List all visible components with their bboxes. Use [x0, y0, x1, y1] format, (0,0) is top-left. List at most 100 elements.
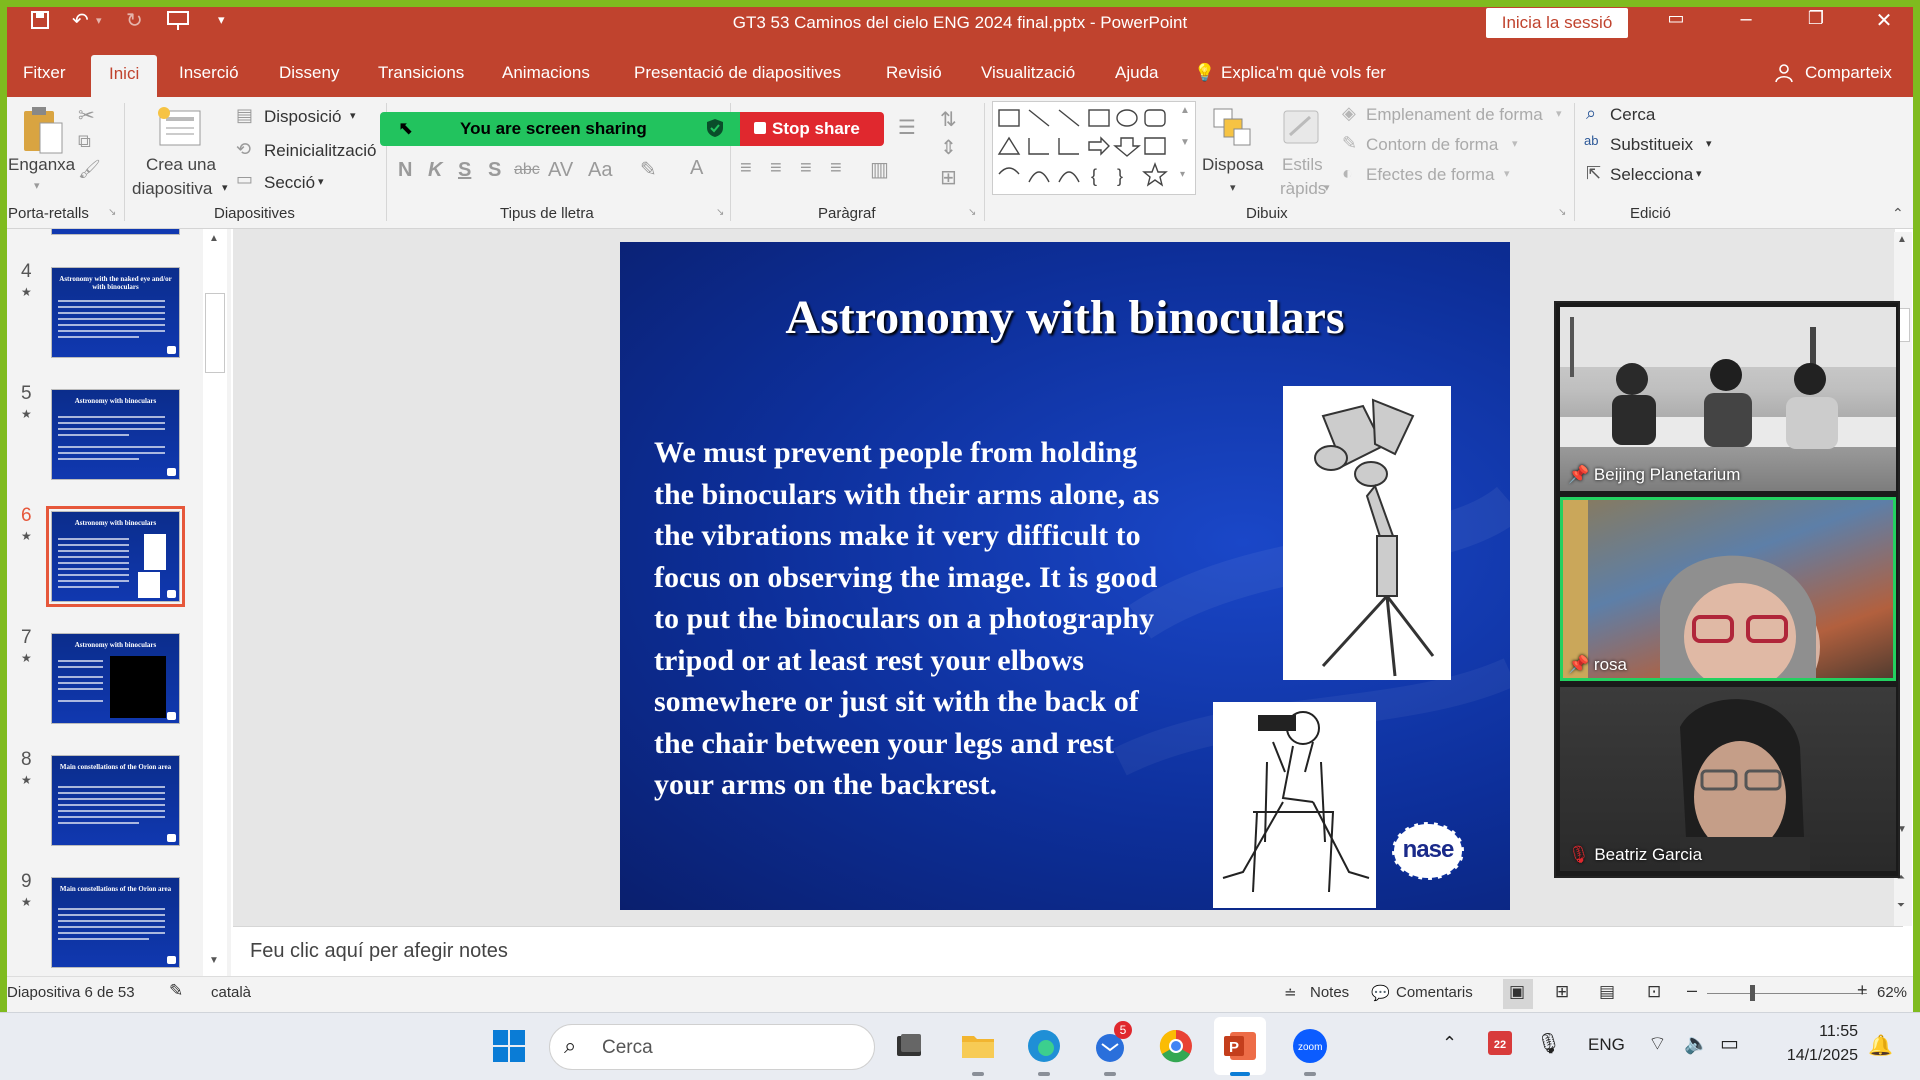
- text-direction-icon[interactable]: ⇅: [940, 107, 957, 132]
- video-tile-active-speaker[interactable]: 📌 rosa: [1560, 497, 1896, 681]
- ribbon-display-icon[interactable]: ▭: [1656, 8, 1696, 29]
- edge-icon[interactable]: [1024, 1026, 1064, 1066]
- restore-icon[interactable]: ❐: [1796, 8, 1836, 29]
- font-color-icon[interactable]: A: [690, 157, 703, 180]
- paste-button[interactable]: Enganxa: [8, 155, 75, 175]
- clock-time[interactable]: 11:55: [1770, 1023, 1858, 1041]
- line-spacing-icon[interactable]: ☰: [898, 115, 916, 140]
- powerpoint-icon[interactable]: P: [1220, 1026, 1260, 1066]
- tab-design[interactable]: Disseny: [279, 63, 339, 83]
- slide-thumbnail-selected[interactable]: Astronomy with binoculars: [46, 506, 185, 607]
- clock-date[interactable]: 14/1/2025: [1770, 1047, 1858, 1065]
- new-slide-dropdown-icon[interactable]: ▾: [222, 181, 228, 194]
- change-case-button[interactable]: Aa: [588, 159, 612, 182]
- replace-button[interactable]: Substitueix: [1610, 135, 1693, 155]
- zoom-out-icon[interactable]: –: [1687, 980, 1697, 1001]
- drawing-launcher-icon[interactable]: ↘: [1558, 207, 1566, 218]
- notes-pane[interactable]: Feu clic aquí per afegir notes: [233, 926, 1903, 976]
- scroll-up-icon[interactable]: ▲: [209, 233, 219, 244]
- align-text-icon[interactable]: ⇕: [940, 135, 957, 160]
- arrange-button[interactable]: Disposa: [1202, 155, 1263, 175]
- scroll-up-icon[interactable]: ▲: [1897, 234, 1907, 245]
- notes-toggle[interactable]: Notes: [1310, 984, 1349, 1001]
- align-left-icon[interactable]: ≡: [740, 157, 752, 180]
- section-dropdown-icon[interactable]: ▾: [318, 175, 324, 188]
- collapse-ribbon-icon[interactable]: ⌃: [1892, 205, 1904, 222]
- slide-sorter-icon[interactable]: ⊞: [1555, 982, 1569, 1002]
- highlight-icon[interactable]: ✎: [640, 157, 657, 182]
- taskview-icon[interactable]: [889, 1026, 929, 1066]
- comments-toggle[interactable]: Comentaris: [1396, 984, 1473, 1001]
- zoom-in-icon[interactable]: +: [1857, 980, 1868, 1001]
- paragraph-launcher-icon[interactable]: ↘: [968, 207, 976, 218]
- stop-share-button[interactable]: Stop share: [740, 112, 884, 146]
- align-center-icon[interactable]: ≡: [770, 157, 782, 180]
- char-spacing-button[interactable]: AV: [548, 159, 573, 182]
- file-explorer-icon[interactable]: [958, 1026, 998, 1066]
- slide-thumbnail[interactable]: Astronomy with binoculars: [51, 633, 180, 724]
- scroll-thumb[interactable]: [205, 293, 225, 373]
- tab-slideshow[interactable]: Presentació de diapositives: [634, 63, 841, 83]
- layout-dropdown-icon[interactable]: ▾: [350, 109, 356, 122]
- signin-button[interactable]: Inicia la sessió: [1486, 8, 1628, 38]
- person-on-chair-image[interactable]: [1213, 702, 1376, 908]
- gallery-down-icon[interactable]: ▼: [1180, 137, 1190, 148]
- arrange-icon[interactable]: [1210, 105, 1254, 152]
- slide-thumbnail[interactable]: Astronomy with the naked eye and/or with…: [51, 267, 180, 358]
- slide-body-text[interactable]: We must prevent people from holding the …: [654, 432, 1174, 806]
- paste-dropdown-icon[interactable]: ▾: [34, 179, 40, 192]
- tab-help[interactable]: Ajuda: [1115, 63, 1158, 83]
- binoculars-on-tripod-image[interactable]: [1283, 386, 1451, 680]
- microphone-icon[interactable]: 🎙: [1536, 1031, 1561, 1056]
- strikethrough-button[interactable]: abc: [514, 161, 540, 179]
- slide-thumbnail[interactable]: Main constellations of the Orion area: [51, 755, 180, 846]
- shapes-gallery[interactable]: {}: [992, 101, 1196, 195]
- notification-bell-icon[interactable]: 🔔: [1868, 1033, 1893, 1058]
- clipboard-launcher-icon[interactable]: ↘: [108, 207, 116, 218]
- tab-review[interactable]: Revisió: [886, 63, 942, 83]
- justify-icon[interactable]: ≡: [830, 157, 842, 180]
- select-button[interactable]: Selecciona: [1610, 165, 1693, 185]
- columns-icon[interactable]: ▥: [870, 157, 889, 182]
- notes-placeholder[interactable]: Feu clic aquí per afegir notes: [250, 940, 508, 963]
- section-button[interactable]: Secció: [264, 173, 315, 193]
- show-hidden-icons[interactable]: ⌃: [1442, 1033, 1457, 1054]
- find-button[interactable]: Cerca: [1610, 105, 1655, 125]
- smartart-icon[interactable]: ⊞: [940, 165, 957, 190]
- close-icon[interactable]: ✕: [1864, 8, 1904, 33]
- replace-dropdown-icon[interactable]: ▾: [1706, 137, 1712, 150]
- new-slide-icon[interactable]: [154, 105, 204, 152]
- align-right-icon[interactable]: ≡: [800, 157, 812, 180]
- minimize-icon[interactable]: –: [1726, 8, 1766, 31]
- bold-button[interactable]: N: [398, 159, 412, 182]
- italic-button[interactable]: K: [428, 159, 442, 182]
- zoom-slider-thumb[interactable]: [1750, 985, 1755, 1001]
- scroll-down-icon[interactable]: ▼: [209, 955, 219, 966]
- video-tile[interactable]: 🎙 Beatriz Garcia: [1560, 687, 1896, 871]
- new-slide-label-1[interactable]: Crea una: [146, 155, 216, 175]
- tab-view[interactable]: Visualització: [981, 63, 1075, 83]
- quick-styles-icon[interactable]: [1280, 105, 1324, 152]
- video-tile[interactable]: 📌 Beijing Planetarium: [1560, 307, 1896, 491]
- tab-animations[interactable]: Animacions: [502, 63, 590, 83]
- next-slide-icon[interactable]: ⏷: [1897, 900, 1905, 911]
- shape-outline-button[interactable]: Contorn de forma: [1366, 135, 1498, 155]
- format-painter-icon[interactable]: 🖌: [78, 159, 101, 180]
- slide-canvas[interactable]: Astronomy with binoculars We must preven…: [620, 242, 1510, 910]
- tab-transitions[interactable]: Transicions: [378, 63, 464, 83]
- calendar-icon[interactable]: 22: [1488, 1031, 1512, 1055]
- underline-button[interactable]: S: [458, 159, 471, 182]
- shadow-button[interactable]: S: [488, 159, 501, 182]
- reading-view-icon[interactable]: ▤: [1599, 982, 1615, 1002]
- clipboard-icon[interactable]: [20, 105, 64, 160]
- share-button[interactable]: Comparteix: [1805, 63, 1892, 83]
- slide-thumbnail[interactable]: Astronomy with binoculars: [51, 389, 180, 480]
- copy-icon[interactable]: ⧉: [78, 131, 91, 152]
- layout-button[interactable]: Disposició: [264, 107, 341, 127]
- font-launcher-icon[interactable]: ↘: [716, 207, 724, 218]
- slide-title[interactable]: Astronomy with binoculars: [620, 290, 1510, 345]
- tell-me-search[interactable]: Explica'm què vols fer: [1221, 63, 1386, 83]
- language-indicator[interactable]: català: [211, 984, 251, 1001]
- quick-styles-dropdown-icon[interactable]: ▾: [1324, 181, 1330, 194]
- gallery-more-icon[interactable]: ▾: [1180, 169, 1185, 180]
